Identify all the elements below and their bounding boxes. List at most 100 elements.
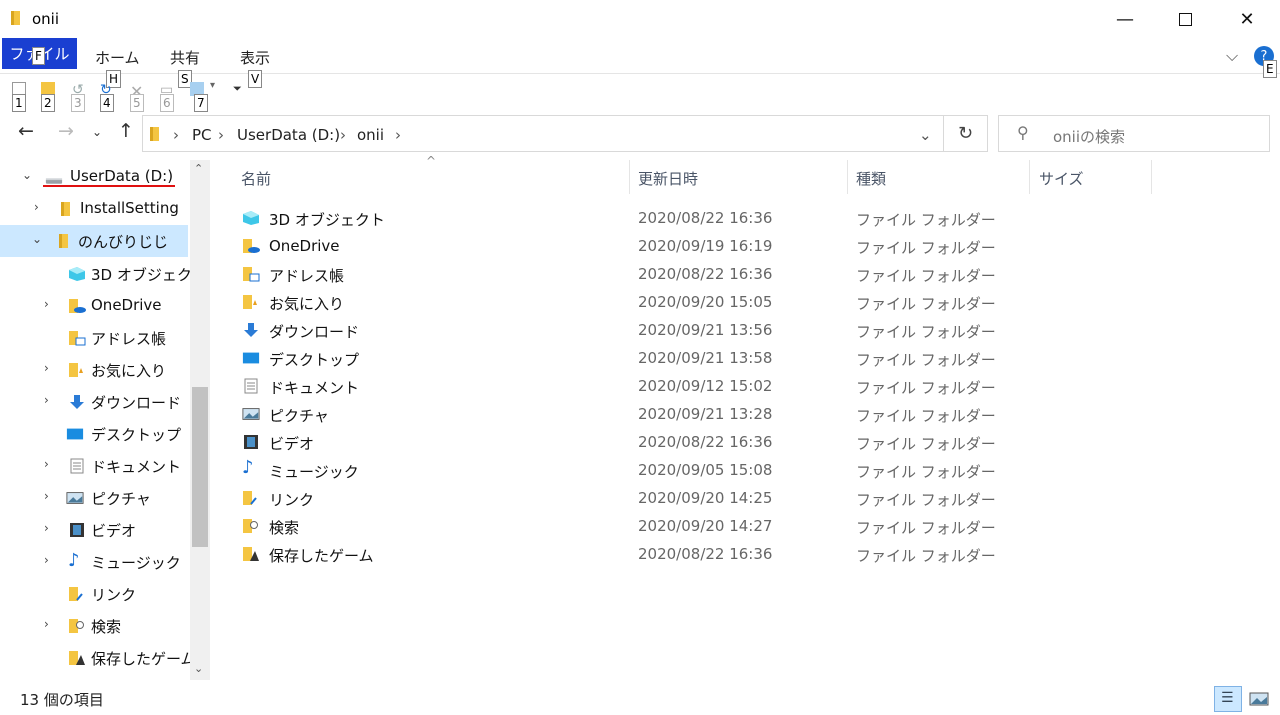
annotation-underline [43,185,175,187]
scroll-down-icon[interactable]: ⌄ [194,662,203,675]
pictures-icon [242,408,260,420]
recent-locations-icon[interactable]: ⌄ [92,125,102,139]
sort-up-icon: ^ [426,154,437,168]
file-date: 2020/09/20 14:25 [638,489,773,507]
tree-item-music[interactable]: › ♪ ミュージック [0,546,188,578]
crumb-separator[interactable]: › [173,126,179,144]
file-row[interactable]: ピクチャ 2020/09/21 13:28 ファイル フォルダー [222,400,1280,428]
file-row[interactable]: ♪ ミュージック 2020/09/05 15:08 ファイル フォルダー [222,456,1280,484]
tree-label: のんびりじじ [78,233,169,251]
search-input[interactable]: oniiの検索 [1053,126,1125,147]
crumb-separator[interactable]: › [395,126,401,144]
file-date: 2020/08/22 16:36 [638,209,773,227]
tree-item-nonbirijiji[interactable]: ⌄ のんびりじじ [0,225,188,257]
pictures-icon [66,492,84,504]
tab-home[interactable]: ホーム [95,47,140,68]
back-arrow-icon[interactable]: ← [18,120,34,142]
file-row[interactable]: デスクトップ 2020/09/21 13:58 ファイル フォルダー [222,344,1280,372]
tree-item-userdata[interactable]: ⌄ UserData (D:) [0,161,188,193]
details-view-button[interactable]: ☰ [1214,686,1242,712]
tree-item-documents[interactable]: › ドキュメント [0,450,188,482]
ribbon-expand-icon[interactable]: ⌵ [1226,46,1238,66]
column-separator[interactable] [1151,160,1152,194]
column-separator[interactable] [1029,160,1030,194]
column-header-type[interactable]: 種類 [856,168,886,189]
file-row[interactable]: OneDrive 2020/09/19 16:19 ファイル フォルダー [222,232,1280,260]
3d-objects-icon [243,211,259,225]
crumb-onii[interactable]: onii [357,126,384,144]
chevron-down-icon[interactable]: ⌄ [32,232,42,246]
file-row[interactable]: リンク 2020/09/20 14:25 ファイル フォルダー [222,484,1280,512]
column-separator[interactable] [629,160,630,194]
address-bar[interactable]: › PC › UserData (D:) › onii › ⌄ [142,115,944,152]
customize-qat-icon[interactable]: ⏷ [233,82,242,96]
chevron-right-icon[interactable]: › [44,521,49,535]
folder-icon [59,234,68,248]
up-arrow-icon[interactable]: ↑ [118,120,134,142]
close-button[interactable]: ✕ [1216,0,1278,38]
tree-item-contacts[interactable]: アドレス帳 [0,322,188,354]
desktop-icon [242,352,260,364]
tree-item-searches[interactable]: › 検索 [0,610,188,642]
forward-arrow-icon[interactable]: → [58,120,74,142]
column-header-date[interactable]: 更新日時 [638,168,698,189]
tree-item-installsetting[interactable]: › InstallSetting [0,193,188,225]
tree-item-links[interactable]: リンク [0,578,188,610]
file-row[interactable]: 検索 2020/09/20 14:27 ファイル フォルダー [222,512,1280,540]
crumb-separator[interactable]: › [218,126,224,144]
tree-item-3d-objects[interactable]: 3D オブジェクト [0,258,207,290]
maximize-button[interactable] [1154,0,1216,38]
file-date: 2020/09/21 13:56 [638,321,773,339]
chevron-right-icon[interactable]: › [34,200,39,214]
tree-item-onedrive[interactable]: › OneDrive [0,290,188,322]
large-icons-view-button[interactable] [1247,688,1271,710]
chevron-right-icon[interactable]: › [44,553,49,567]
file-row[interactable]: ダウンロード 2020/09/21 13:56 ファイル フォルダー [222,316,1280,344]
chevron-right-icon[interactable]: › [44,457,49,471]
videos-icon [244,435,258,449]
scroll-thumb[interactable] [192,387,208,547]
crumb-drive[interactable]: UserData (D:) [237,126,340,144]
column-header-name[interactable]: 名前 [241,168,271,189]
tree-item-downloads[interactable]: › ダウンロード [0,386,188,418]
file-row[interactable]: ドキュメント 2020/09/12 15:02 ファイル フォルダー [222,372,1280,400]
chevron-right-icon[interactable]: › [44,361,49,375]
tree-item-pictures[interactable]: › ピクチャ [0,482,188,514]
address-dropdown-icon[interactable]: ⌄ [919,126,932,144]
column-header-size[interactable]: サイズ [1039,168,1084,189]
crumb-pc[interactable]: PC [192,126,212,144]
close-icon: ✕ [1239,8,1255,30]
minimize-icon: — [1116,8,1134,30]
tree-item-desktop[interactable]: デスクトップ [0,418,188,450]
file-type: ファイル フォルダー [856,351,996,369]
music-icon: ♪ [68,550,80,571]
chevron-down-icon[interactable]: ⌄ [22,168,32,182]
column-separator[interactable] [847,160,848,194]
refresh-button[interactable]: ↻ [944,115,988,152]
tab-view[interactable]: 表示 [240,47,270,68]
chevron-right-icon[interactable]: › [44,617,49,631]
search-box[interactable]: ⚲ oniiの検索 [998,115,1270,152]
scroll-up-icon[interactable]: ⌃ [194,162,203,175]
folder-icon [61,202,70,216]
tab-share[interactable]: 共有 [170,47,200,68]
chevron-right-icon[interactable]: › [44,393,49,407]
tree-item-saved-games[interactable]: 保存したゲーム [0,642,196,674]
file-row[interactable]: アドレス帳 2020/08/22 16:36 ファイル フォルダー [222,260,1280,288]
file-name: ミュージック [269,463,359,481]
file-row[interactable]: 3D オブジェクト 2020/08/22 16:36 ファイル フォルダー [222,204,1280,232]
tree-item-videos[interactable]: › ビデオ [0,514,188,546]
file-row[interactable]: 保存したゲーム 2020/08/22 16:36 ファイル フォルダー [222,540,1280,568]
file-type: ファイル フォルダー [856,547,996,565]
file-row[interactable]: ビデオ 2020/08/22 16:36 ファイル フォルダー [222,428,1280,456]
chevron-down-icon[interactable]: ▾ [210,80,215,91]
tree-item-favorites[interactable]: › お気に入り [0,354,188,386]
file-row[interactable]: お気に入り 2020/09/20 15:05 ファイル フォルダー [222,288,1280,316]
minimize-button[interactable]: — [1094,0,1156,38]
chevron-right-icon[interactable]: › [44,489,49,503]
chevron-right-icon[interactable]: › [44,297,49,311]
links-icon [69,587,83,601]
window-title: onii [32,10,60,28]
file-date: 2020/08/22 16:36 [638,545,773,563]
crumb-separator[interactable]: › [340,126,346,144]
